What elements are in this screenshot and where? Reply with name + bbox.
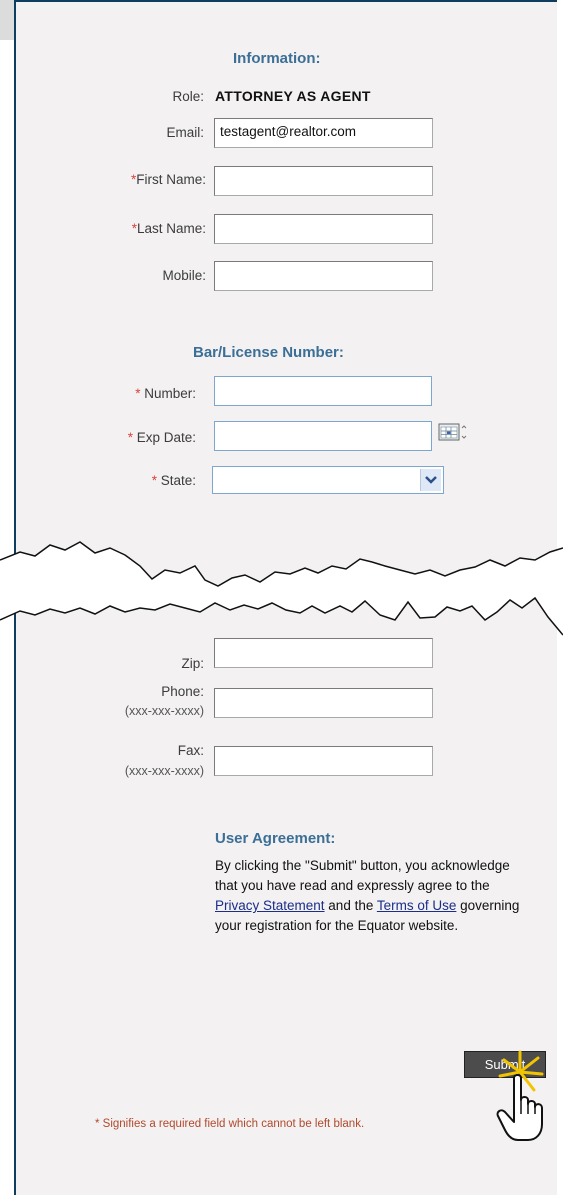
state-label: * State: — [151, 473, 196, 488]
zip-label: Zip: — [181, 656, 204, 671]
page-shadow — [0, 0, 14, 40]
phone-label: Phone: — [161, 684, 204, 699]
phone-field[interactable] — [214, 688, 433, 718]
panel-edge — [557, 0, 563, 1195]
last-name-label: *Last Name: — [131, 221, 206, 236]
agreement-text: By clicking the "Submit" button, you ack… — [215, 858, 520, 933]
mobile-field[interactable] — [214, 261, 433, 291]
role-label: Role: — [172, 89, 204, 104]
first-name-field[interactable] — [214, 166, 433, 196]
exp-date-label: * Exp Date: — [127, 430, 196, 445]
terms-of-use-link[interactable]: Terms of Use — [377, 898, 457, 913]
phone-format-hint: (xxx-xxx-xxxx) — [124, 704, 204, 718]
required-footnote: * Signifies a required field which canno… — [95, 1118, 365, 1130]
number-label: * Number: — [135, 386, 196, 401]
state-select[interactable] — [212, 466, 444, 494]
role-value: ATTORNEY AS AGENT — [215, 88, 371, 104]
calendar-icon[interactable] — [438, 423, 468, 443]
last-name-field[interactable] — [214, 214, 433, 244]
exp-date-field[interactable] — [214, 421, 432, 451]
agreement-heading: User Agreement: — [215, 830, 336, 847]
zip-field[interactable] — [214, 638, 433, 668]
hand-cursor-icon — [496, 1050, 544, 1141]
fax-label: Fax: — [177, 743, 204, 758]
fax-format-hint: (xxx-xxx-xxxx) — [124, 764, 204, 778]
license-number-field[interactable] — [214, 376, 432, 406]
first-name-label: *First Name: — [130, 172, 206, 187]
license-heading: Bar/License Number: — [193, 344, 344, 361]
email-field[interactable]: testagent@realtor.com — [214, 118, 433, 148]
mobile-label: Mobile: — [162, 268, 206, 283]
chevron-down-icon[interactable] — [420, 469, 441, 491]
email-label: Email: — [166, 125, 204, 140]
privacy-statement-link[interactable]: Privacy Statement — [215, 898, 325, 913]
information-heading: Information: — [233, 50, 321, 67]
fax-field[interactable] — [214, 746, 433, 776]
